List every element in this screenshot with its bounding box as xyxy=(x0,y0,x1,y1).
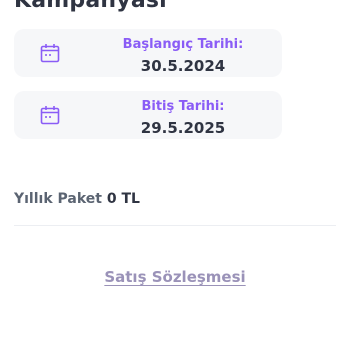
package-label: Yıllık Paket xyxy=(14,191,102,207)
page-title: Kampanyası xyxy=(14,0,167,13)
calendar-icon xyxy=(40,105,60,125)
divider xyxy=(14,225,336,226)
start-date-label: Başlangıç Tarihi: xyxy=(122,37,244,52)
start-date-value: 30.5.2024 xyxy=(140,57,226,75)
sales-contract-link[interactable]: Satış Sözleşmesi xyxy=(0,268,350,286)
end-date-label: Bitiş Tarihi: xyxy=(141,99,225,114)
end-date-value: 29.5.2025 xyxy=(140,119,226,137)
package-price-value: 0 TL xyxy=(106,191,140,207)
start-date-card: Başlangıç Tarihi: 30.5.2024 xyxy=(14,29,282,77)
calendar-icon xyxy=(40,43,60,63)
package-price: Yıllık Paket 0 TL xyxy=(14,191,140,207)
end-date-card: Bitiş Tarihi: 29.5.2025 xyxy=(14,91,282,139)
